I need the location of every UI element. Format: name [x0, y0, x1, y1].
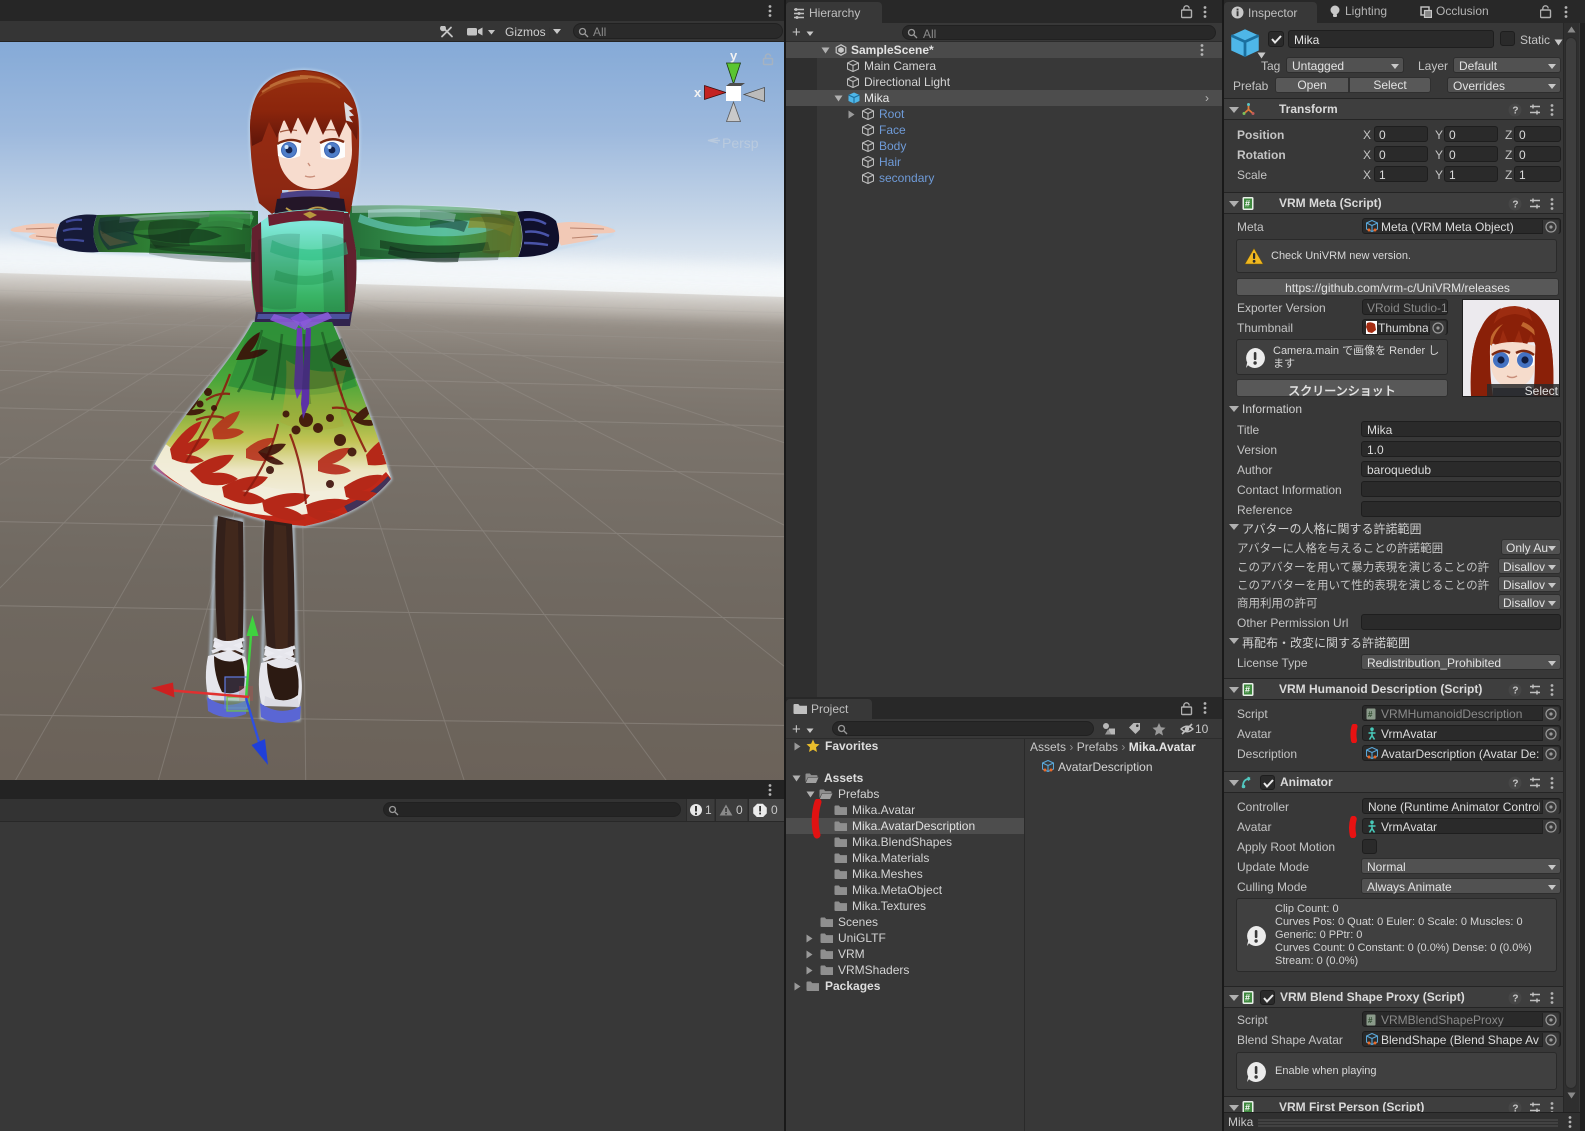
svg-text:y: y: [730, 48, 738, 63]
svg-text:#: #: [1368, 710, 1373, 719]
svg-text:#: #: [1368, 1016, 1373, 1025]
svg-text:Persp: Persp: [722, 135, 759, 151]
svg-text:x: x: [694, 85, 702, 100]
